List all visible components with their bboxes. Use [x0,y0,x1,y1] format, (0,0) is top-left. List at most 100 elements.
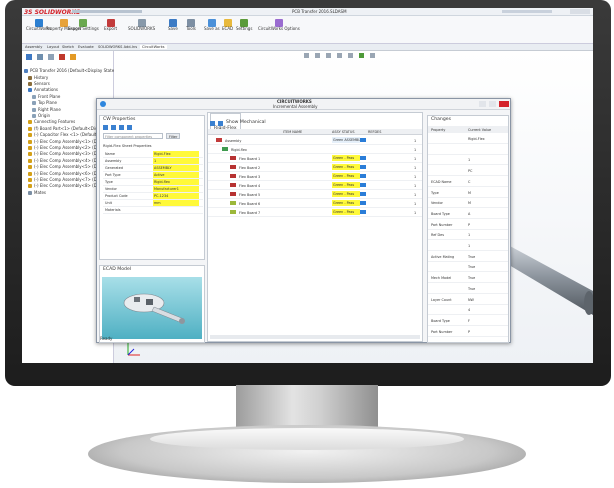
feature-manager-icon[interactable] [26,54,32,60]
change-row[interactable]: Ref Des 1 [428,230,508,241]
change-row[interactable]: True [428,262,508,273]
quick-access-toolbar[interactable] [72,10,142,13]
ribbon-button-solidworks[interactable]: SOLIDWORKS [128,19,155,31]
ribbon-button-settings[interactable]: Settings [236,19,252,31]
assy-status[interactable]: Green - Pass [332,173,360,179]
tab-assembly[interactable]: Assembly [25,45,42,49]
change-row[interactable]: Part Number P [428,220,508,230]
property-value[interactable]: Active [153,172,199,178]
assy-status[interactable]: Green - Pass [332,155,360,161]
ribbon-button-tools[interactable]: Tools [186,19,196,31]
change-row[interactable]: Board Type F [428,316,508,326]
previous-view-icon[interactable] [326,53,331,58]
tree-row[interactable]: Assembly Green ASSEMBLY 1 [208,136,422,145]
assy-status[interactable]: Green ASSEMBLY [332,137,362,143]
col-current-value[interactable]: Current Value [468,128,491,132]
ribbon-button-ecad[interactable]: ECAD [222,19,233,31]
property-row[interactable]: Name Rigid-Flex [103,151,203,158]
ribbon-button-export-settings[interactable]: Export Settings [68,19,99,31]
property-manager-icon[interactable] [37,54,43,60]
change-row[interactable]: 1 [428,241,508,251]
show-icon[interactable] [210,121,215,126]
tree-item[interactable]: Annotations [28,88,58,93]
change-row[interactable]: 1 [428,155,508,166]
tree-item[interactable]: History [28,75,48,80]
assy-status[interactable]: Green - Pass [332,182,360,188]
ribbon-button-circuitworks-options[interactable]: CircuitWorks Options [258,19,300,31]
tree-row[interactable]: Flex Board 6 Green - Pass 1 [208,199,422,208]
change-row[interactable]: True [428,284,508,294]
tab-sketch[interactable]: Sketch [62,45,74,49]
property-row[interactable]: Vendor Manufacturer1 [103,186,203,193]
tree-item[interactable]: Front Plane [32,94,60,99]
change-row[interactable]: Type M [428,188,508,198]
ribbon-button-save-as[interactable]: Save as [204,19,220,31]
property-row[interactable]: Unit mm [103,200,203,207]
property-value[interactable] [153,207,199,213]
col-item-name[interactable]: ITEM NAME [283,130,302,134]
sort-icon[interactable] [103,125,108,130]
refresh-icon[interactable] [119,125,124,130]
property-row[interactable]: Product Code PC-1234 [103,193,203,200]
col-property[interactable]: Property [431,128,445,132]
property-value[interactable]: 1 [153,158,199,164]
ecad-model-preview[interactable] [102,277,202,339]
minimize-button[interactable] [479,101,486,107]
filter-button[interactable]: Filter [166,133,180,139]
configuration-icon[interactable] [48,54,54,60]
close-button[interactable] [499,101,509,107]
tree-row[interactable]: Flex Board 7 Green - Pass 1 [208,208,422,217]
category-icon[interactable] [111,125,116,130]
display-icon[interactable] [70,54,76,60]
property-value[interactable]: ASSEMBLY [153,165,199,171]
filter-input[interactable]: Filter component properties [103,133,163,139]
col-refdes[interactable]: REFDES [368,130,381,134]
tree-root[interactable]: PCB Transfer 2016 (Default<Display State… [24,68,123,73]
assy-status[interactable]: Green - Pass [332,164,360,170]
change-row[interactable]: Mech Model True [428,273,508,284]
tab-addins[interactable]: SOLIDWORKS Add-Ins [98,45,137,49]
change-row[interactable]: Rigid-Flex [428,134,508,144]
change-row[interactable]: Board Type A [428,209,508,219]
change-row[interactable]: Layer Count NW [428,295,508,305]
tree-item[interactable]: Sensors [28,81,50,86]
tree-row[interactable]: Flex Board 5 Green - Pass 1 [208,190,422,199]
property-row[interactable]: Part Type Active [103,172,203,179]
change-row[interactable]: Part Number P [428,327,508,337]
tree-item[interactable]: Origin [32,113,50,118]
ribbon-button-export[interactable]: Export [104,19,117,31]
property-value[interactable]: PC-1234 [153,193,199,199]
property-row[interactable]: Materials [103,207,203,214]
tree-item[interactable]: Right Plane [32,107,61,112]
property-row[interactable]: Type Rigid-flex [103,179,203,186]
change-row[interactable]: Active Mating True [428,252,508,262]
dimxpert-icon[interactable] [59,54,65,60]
tab-circuitworks[interactable]: CircuitWorks [140,45,167,49]
tree-item[interactable]: Top Plane [32,101,57,106]
view-orientation-icon[interactable] [348,53,353,58]
window-controls[interactable] [570,9,590,14]
assy-status[interactable]: Green - Pass [332,191,360,197]
assy-status[interactable]: Green - Pass [332,209,360,215]
display-style-icon[interactable] [359,53,364,58]
change-row[interactable]: Vendor M [428,198,508,209]
change-row[interactable]: ECAD Name C [428,177,508,187]
col-assy-status[interactable]: ASSY STATUS [332,130,355,134]
tree-row[interactable]: Flex Board 2 Green - Pass 1 [208,163,422,172]
maximize-button[interactable] [489,101,496,107]
tree-row[interactable]: Flex Board 4 Green - Pass 1 [208,181,422,190]
change-row[interactable]: PC [428,166,508,177]
tree-row[interactable]: Rigid-flex 1 [208,145,422,154]
filter-icon[interactable] [218,121,223,126]
expand-icon[interactable] [127,125,132,130]
monitor-icon[interactable] [370,53,375,58]
tab-layout[interactable]: Layout [47,45,59,49]
change-row[interactable]: 4 [428,305,508,316]
show-mechanical-label[interactable]: Show Mechanical [226,121,266,126]
search-box[interactable] [502,10,552,13]
property-value[interactable]: Rigid-Flex [153,151,199,157]
ribbon-button-save[interactable]: Save [168,19,178,31]
tree-item[interactable]: Connecting Features [28,120,75,125]
property-value[interactable]: mm [153,200,199,206]
tree-row[interactable]: Flex Board 3 Green - Pass 1 [208,172,422,181]
